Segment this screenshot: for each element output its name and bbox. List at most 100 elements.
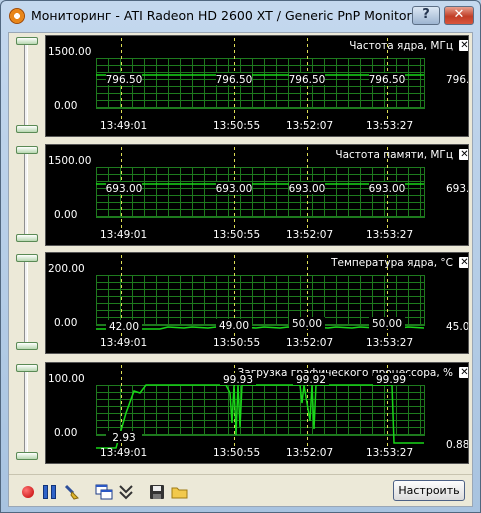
- time-label: 13:52:07: [286, 337, 333, 349]
- value-label: 99.93: [223, 374, 253, 386]
- value-label: 99.99: [376, 374, 406, 386]
- time-label: 13:49:01: [100, 337, 147, 349]
- range-slider-track[interactable]: [24, 365, 28, 459]
- value-label: 42.00: [109, 321, 139, 333]
- time-label: 13:50:55: [213, 120, 260, 132]
- y-max-label: 200.00: [48, 263, 85, 275]
- save-button[interactable]: [148, 483, 166, 501]
- time-label: 13:52:07: [286, 120, 333, 132]
- panel-title: Частота памяти, МГц: [335, 149, 453, 161]
- toolbar: Настроить: [9, 474, 472, 506]
- current-value: 45.00: [446, 321, 469, 333]
- range-slider-track[interactable]: [24, 147, 28, 241]
- y-max-label: 1500.00: [48, 46, 91, 58]
- panel-close-button[interactable]: ✕: [459, 40, 468, 51]
- pause-icon-bar: [51, 485, 56, 499]
- time-label: 13:52:07: [286, 447, 333, 459]
- brush-icon: [64, 484, 79, 500]
- graph-area: 1500.00 0.00 Частота ядра, МГц 796.50 13:49:…: [45, 35, 469, 137]
- panel-title: Температура ядра, °C: [330, 257, 453, 269]
- y-min-label: 0.00: [54, 427, 77, 439]
- panel-close-button[interactable]: ✕: [459, 367, 468, 378]
- y-min-label: 0.00: [54, 100, 77, 112]
- value-label: 693.00: [289, 183, 326, 195]
- current-value: 0.88: [446, 439, 469, 451]
- graph-svg: 200.00 0.00 Температура ядра, °C 45.00 13:49…: [48, 255, 469, 349]
- folder-icon: [171, 487, 188, 499]
- value-label: 2.93: [112, 432, 135, 444]
- value-label: 693.00: [369, 183, 406, 195]
- range-min-handle[interactable]: [16, 234, 38, 242]
- value-label: 49.00: [219, 320, 249, 332]
- title-bar[interactable]: Мониторинг - ATI Radeon HD 2600 XT / Gen…: [1, 1, 480, 31]
- graph-area: 1500.00 0.00 Частота памяти, МГц 693.00 13:4…: [45, 144, 469, 246]
- time-label: 13:53:27: [366, 337, 413, 349]
- grid: [96, 385, 425, 436]
- open-button[interactable]: [171, 483, 189, 501]
- window-title: Мониторинг - ATI Radeon HD 2600 XT / Gen…: [31, 8, 412, 23]
- time-label: 13:52:07: [286, 229, 333, 241]
- series-line: [96, 384, 424, 449]
- app-icon: [9, 8, 25, 24]
- collapse-button[interactable]: [117, 483, 135, 501]
- range-max-handle[interactable]: [16, 254, 38, 262]
- range-min-handle[interactable]: [16, 342, 38, 350]
- graph-panel: 200.00 0.00 Температура ядра, °C 45.00 13:49…: [9, 250, 472, 355]
- graph-area: 200.00 0.00 Температура ядра, °C 45.00 13:49…: [45, 252, 469, 354]
- time-label: 13:49:01: [100, 229, 147, 241]
- cascade-windows-icon: [95, 484, 113, 500]
- value-label: 50.00: [292, 318, 322, 330]
- window-close-button[interactable]: ✕: [444, 6, 474, 25]
- windows-button[interactable]: [95, 483, 113, 501]
- value-label: 796.50: [369, 74, 406, 86]
- time-label: 13:53:27: [366, 120, 413, 132]
- value-label: 693.00: [106, 183, 143, 195]
- range-min-handle[interactable]: [16, 452, 38, 460]
- range-slider-track[interactable]: [24, 38, 28, 132]
- y-min-label: 0.00: [54, 209, 77, 221]
- time-label: 13:53:27: [366, 229, 413, 241]
- monitor-client-area: 1500.00 0.00 Частота ядра, МГц 796.50 13:49:…: [8, 32, 473, 507]
- value-label: 693.00: [216, 183, 253, 195]
- panel-close-button[interactable]: ✕: [459, 257, 468, 268]
- graph-panel: 100.00 0.00 Загрузка графического процессо…: [9, 360, 472, 465]
- y-min-label: 0.00: [54, 317, 77, 329]
- value-label: 796.50: [289, 74, 326, 86]
- range-min-handle[interactable]: [16, 125, 38, 133]
- graph-svg: 1500.00 0.00 Частота ядра, МГц 796.50 13:49:…: [48, 38, 468, 132]
- record-button[interactable]: [19, 483, 37, 501]
- current-value: 693.00: [446, 183, 469, 195]
- y-max-label: 1500.00: [48, 155, 91, 167]
- time-label: 13:50:55: [213, 447, 260, 459]
- range-max-handle[interactable]: [16, 37, 38, 45]
- range-slider-track[interactable]: [24, 255, 28, 349]
- double-chevron-down-icon: [119, 485, 133, 500]
- time-label: 13:49:01: [100, 120, 147, 132]
- y-max-label: 100.00: [48, 373, 85, 385]
- graph-area: 100.00 0.00 Загрузка графического процессо…: [45, 362, 469, 464]
- time-label: 13:53:27: [366, 447, 413, 459]
- monitoring-window: Мониторинг - ATI Radeon HD 2600 XT / Gen…: [0, 0, 481, 513]
- clear-button[interactable]: [63, 483, 81, 501]
- pause-icon: [43, 485, 48, 499]
- pause-button[interactable]: [41, 483, 59, 501]
- floppy-disk-icon: [150, 485, 164, 499]
- time-label: 13:50:55: [213, 229, 260, 241]
- time-label: 13:50:55: [213, 337, 260, 349]
- panel-title: Загрузка графического процессора, %: [238, 367, 453, 379]
- panel-close-button[interactable]: ✕: [459, 149, 468, 160]
- setup-button[interactable]: Настроить: [393, 480, 465, 501]
- record-icon: [22, 486, 34, 498]
- graph-panel: 1500.00 0.00 Частота ядра, МГц 796.50 13:49:…: [9, 33, 472, 138]
- value-label: 99.92: [296, 374, 326, 386]
- range-max-handle[interactable]: [16, 364, 38, 372]
- help-button[interactable]: ?: [412, 6, 440, 25]
- value-label: 796.50: [106, 74, 143, 86]
- range-max-handle[interactable]: [16, 146, 38, 154]
- graph-svg: 1500.00 0.00 Частота памяти, МГц 693.00 13:4…: [48, 147, 469, 241]
- graph-svg: 100.00 0.00 Загрузка графического процессо…: [48, 365, 469, 459]
- graph-panel: 1500.00 0.00 Частота памяти, МГц 693.00 13:4…: [9, 142, 472, 247]
- value-label: 796.50: [216, 74, 253, 86]
- time-label: 13:49:01: [100, 447, 147, 459]
- panel-title: Частота ядра, МГц: [349, 40, 453, 52]
